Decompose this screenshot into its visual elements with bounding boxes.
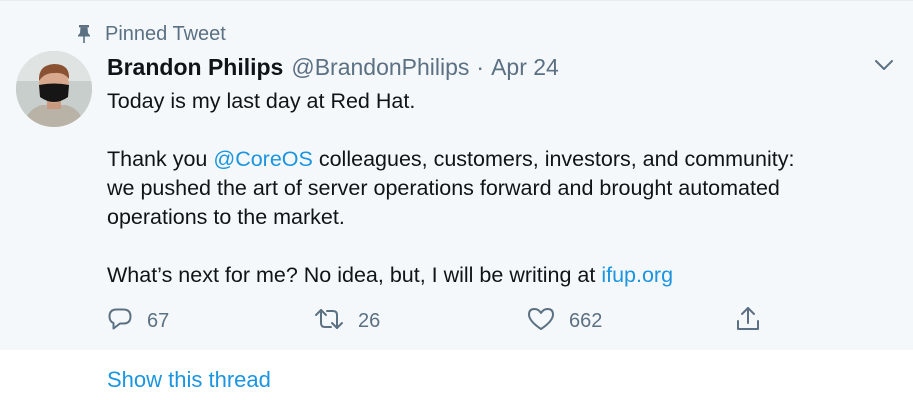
- like-button[interactable]: 662: [527, 305, 602, 337]
- avatar[interactable]: [16, 51, 92, 127]
- pin-icon: [77, 25, 93, 43]
- tweet-line: Today is my last day at Red Hat.: [107, 89, 416, 113]
- reply-count: 67: [147, 309, 170, 332]
- tweet-line: Thank you @CoreOS colleagues, customers,…: [107, 145, 897, 174]
- tweet-line: we pushed the art of server operations f…: [107, 176, 780, 200]
- share-icon: [735, 305, 761, 338]
- tweet-line: operations to the market.: [107, 205, 345, 229]
- pinned-label: Pinned Tweet: [105, 22, 226, 45]
- chevron-down-icon[interactable]: [872, 53, 896, 77]
- separator-dot: ·: [476, 53, 485, 80]
- heart-icon: [527, 306, 555, 337]
- author-name[interactable]: Brandon Philips: [107, 54, 283, 81]
- show-thread-link[interactable]: Show this thread: [107, 367, 271, 393]
- tweet-actions: 67 26 662: [107, 305, 787, 337]
- retweet-icon: [314, 306, 344, 337]
- reply-icon: [107, 306, 133, 337]
- pinned-indicator: Pinned Tweet: [77, 21, 226, 47]
- like-count: 662: [569, 309, 603, 332]
- url-link[interactable]: ifup.org: [601, 263, 673, 287]
- tweet-date[interactable]: Apr 24: [491, 54, 559, 81]
- retweet-count: 26: [358, 309, 381, 332]
- reply-button[interactable]: 67: [107, 305, 169, 337]
- author-handle[interactable]: @BrandonPhilips: [291, 54, 469, 81]
- tweet-header: Brandon Philips @BrandonPhilips · Apr 24: [107, 52, 559, 82]
- tweet-text-segment: What’s next for me? No idea, but, I will…: [107, 263, 602, 287]
- mention-link[interactable]: @CoreOS: [213, 147, 313, 171]
- pinned-tweet[interactable]: Pinned Tweet Brandon Philips @BrandonPhi…: [0, 0, 913, 350]
- tweet-text-segment: colleagues, customers, investors, and co…: [312, 147, 795, 171]
- tweet-text-segment: Thank you: [107, 147, 214, 171]
- tweet-text: Today is my last day at Red Hat. Thank y…: [107, 87, 897, 290]
- tweet-line: What’s next for me? No idea, but, I will…: [107, 261, 897, 290]
- retweet-button[interactable]: 26: [314, 305, 380, 337]
- share-button[interactable]: [735, 305, 761, 337]
